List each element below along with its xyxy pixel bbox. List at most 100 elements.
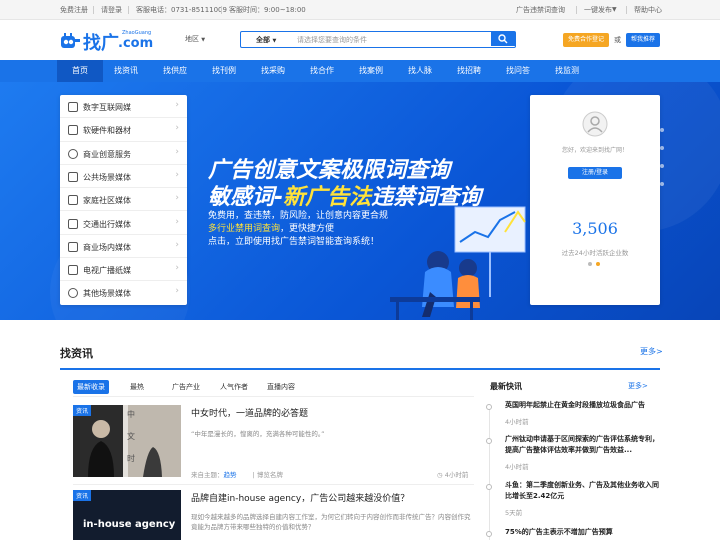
active-count: 3,506	[572, 219, 618, 238]
search-scope[interactable]: 全部 ▼	[256, 35, 276, 45]
nav-contacts[interactable]: 找人脉	[397, 60, 443, 82]
chevron-right-icon: ›	[175, 169, 179, 180]
timeline-dot	[486, 484, 492, 490]
category-item[interactable]: 商业场内媒体 ›	[60, 235, 187, 259]
building-icon	[68, 241, 78, 252]
carousel-dot[interactable]	[588, 262, 592, 266]
nav-rates[interactable]: 找刊例	[201, 60, 247, 82]
digital-media-icon	[68, 102, 78, 112]
timeline-dot	[486, 438, 492, 444]
region-label: 地区	[185, 35, 199, 43]
nav-cases[interactable]: 找案例	[348, 60, 394, 82]
section-divider	[60, 368, 660, 370]
register-link[interactable]: 免费注册	[60, 5, 88, 15]
nav-jobs[interactable]: 找招聘	[446, 60, 492, 82]
flash-item[interactable]: 英国明年起禁止在黄金时段播放垃圾食品广告 4小时前	[486, 400, 660, 430]
logo-com: .com	[118, 36, 154, 51]
category-item[interactable]: 家庭社区媒体 ›	[60, 188, 187, 212]
flash-item[interactable]: 75%的广告主表示不增加广告预算	[486, 527, 660, 540]
tab-hot[interactable]: 最热	[126, 380, 148, 394]
recommend-button[interactable]: 帮我推荐	[626, 33, 660, 47]
category-item[interactable]: 交通出行媒体 ›	[60, 212, 187, 235]
login-link[interactable]: 请登录	[101, 5, 122, 15]
timeline-dot	[486, 404, 492, 410]
image-caption: 文	[127, 432, 135, 441]
partner-register-button[interactable]: 免费合作登记	[563, 33, 609, 47]
logo[interactable]: 找广 ZhaoGuang .com	[60, 29, 155, 54]
carousel-dot[interactable]	[596, 262, 600, 266]
nav-monitor[interactable]: 找监测	[544, 60, 590, 82]
nav-qa[interactable]: 找问答	[495, 60, 541, 82]
divider	[576, 6, 577, 14]
nav-cooperation[interactable]: 找合作	[299, 60, 345, 82]
section-title: 找资讯	[60, 347, 93, 360]
publish-link[interactable]: 一键发布	[584, 5, 612, 15]
category-item[interactable]: 公共场景媒体 ›	[60, 165, 187, 189]
category-label: 家庭社区媒体	[83, 196, 131, 206]
category-panel: 数字互联网媒 › 软硬件和器材 › 商业创意服务 › 公共场景媒体 › 家庭社区媒体 › …	[60, 95, 187, 305]
chevron-right-icon: ›	[175, 146, 179, 157]
banner-line-1: 免费用，查违禁，防风险，让创意内容更合规	[208, 211, 389, 221]
banner-headline-2a: 敏感词-	[208, 185, 284, 210]
category-label: 其他场景媒体	[83, 289, 131, 299]
category-label: 电视广播纸媒	[83, 266, 131, 276]
banner-headline-2b: 新广告法	[283, 185, 372, 210]
banner-headline-2: 敏感词-新广告法违禁词查询	[208, 179, 481, 211]
logo-text: 找广	[83, 33, 119, 54]
region-selector[interactable]: 地区 ▼	[185, 34, 205, 44]
category-item[interactable]: 其他场景媒体 ›	[60, 281, 187, 304]
register-login-button[interactable]: 注册/登录	[568, 167, 622, 179]
category-label: 软硬件和器材	[83, 126, 131, 136]
divider	[626, 6, 627, 14]
flash-item[interactable]: 斗鱼：第二季度创新业务、广告及其他业务收入同比增长至2.42亿元 5天前	[486, 480, 660, 518]
globe-icon	[68, 288, 78, 299]
nav-purchase[interactable]: 找采购	[250, 60, 296, 82]
search-bar: 全部 ▼ 请选择您要查询的条件	[240, 31, 516, 48]
tab-live[interactable]: 直播内容	[263, 380, 299, 394]
flash-item-date: 4小时前	[505, 418, 529, 426]
article-title[interactable]: 品牌自建in-house agency，广告公司越来越没价值？	[191, 491, 409, 504]
article-image[interactable]: 资讯 in-house agency	[73, 490, 181, 540]
main-nav: 首页 找资讯 找供应 找刊例 找采购 找合作 找案例 找人脉 找招聘 找问答 找…	[0, 60, 720, 82]
article-image[interactable]: 资讯 中 文 时	[73, 405, 181, 477]
image-caption: 中	[127, 410, 135, 419]
topic-link[interactable]: 趋势	[224, 471, 237, 479]
category-item[interactable]: 数字互联网媒 ›	[60, 95, 187, 119]
search-input[interactable]: 请选择您要查询的条件	[297, 35, 367, 45]
category-item[interactable]: 商业创意服务 ›	[60, 142, 187, 165]
more-link[interactable]: 更多>	[640, 346, 663, 357]
help-link[interactable]: 帮助中心	[634, 5, 662, 15]
violation-query-link[interactable]: 广告违禁词查询	[516, 5, 565, 15]
article-title[interactable]: 中女时代，一道品牌的必答题	[191, 406, 308, 419]
nav-news[interactable]: 找资讯	[103, 60, 149, 82]
nav-supply[interactable]: 找供应	[152, 60, 198, 82]
hours-text: 客服时间：9:00~18:00	[229, 6, 306, 14]
timeline-dot	[486, 531, 492, 537]
category-item[interactable]: 软硬件和器材 ›	[60, 118, 187, 142]
chevron-right-icon: ›	[175, 239, 179, 250]
tv-icon	[68, 265, 78, 276]
banner-line-3: 点击，立即使用找广告禁词智能查询系统！	[208, 237, 380, 247]
tab-latest[interactable]: 最新收录	[73, 380, 109, 394]
divider	[221, 6, 222, 14]
flash-item[interactable]: 广州钛动申请基于区间探索的广告评估系统专利，提高广告整体评估效率并做到广告效益.…	[486, 434, 660, 472]
flash-item-title: 广州钛动申请基于区间探索的广告评估系统专利，提高广告整体评估效率并做到广告效益.…	[505, 435, 659, 454]
chevron-right-icon: ›	[175, 100, 179, 110]
author-name[interactable]: 博览名牌	[257, 471, 283, 479]
image-caption: in-house agency	[83, 519, 176, 530]
tab-ad-industry[interactable]: 广告产业	[168, 380, 204, 394]
hardware-icon	[68, 125, 78, 136]
search-button[interactable]	[491, 32, 515, 46]
source-label: 来自主题：	[191, 471, 224, 479]
chevron-right-icon: ›	[175, 286, 179, 297]
divider	[128, 6, 129, 14]
article-time: ◷ 4小时前	[437, 469, 468, 479]
phone-text: 客服电话：0731-85111009	[136, 6, 227, 14]
banner-headline-2c: 违禁词查询	[371, 185, 482, 210]
tab-popular-authors[interactable]: 人气作者	[216, 380, 252, 394]
chevron-right-icon: ›	[175, 123, 179, 134]
flash-more-link[interactable]: 更多>	[628, 381, 648, 391]
search-scope-label: 全部	[256, 36, 270, 44]
category-item[interactable]: 电视广播纸媒 ›	[60, 258, 187, 282]
nav-home[interactable]: 首页	[57, 60, 103, 82]
